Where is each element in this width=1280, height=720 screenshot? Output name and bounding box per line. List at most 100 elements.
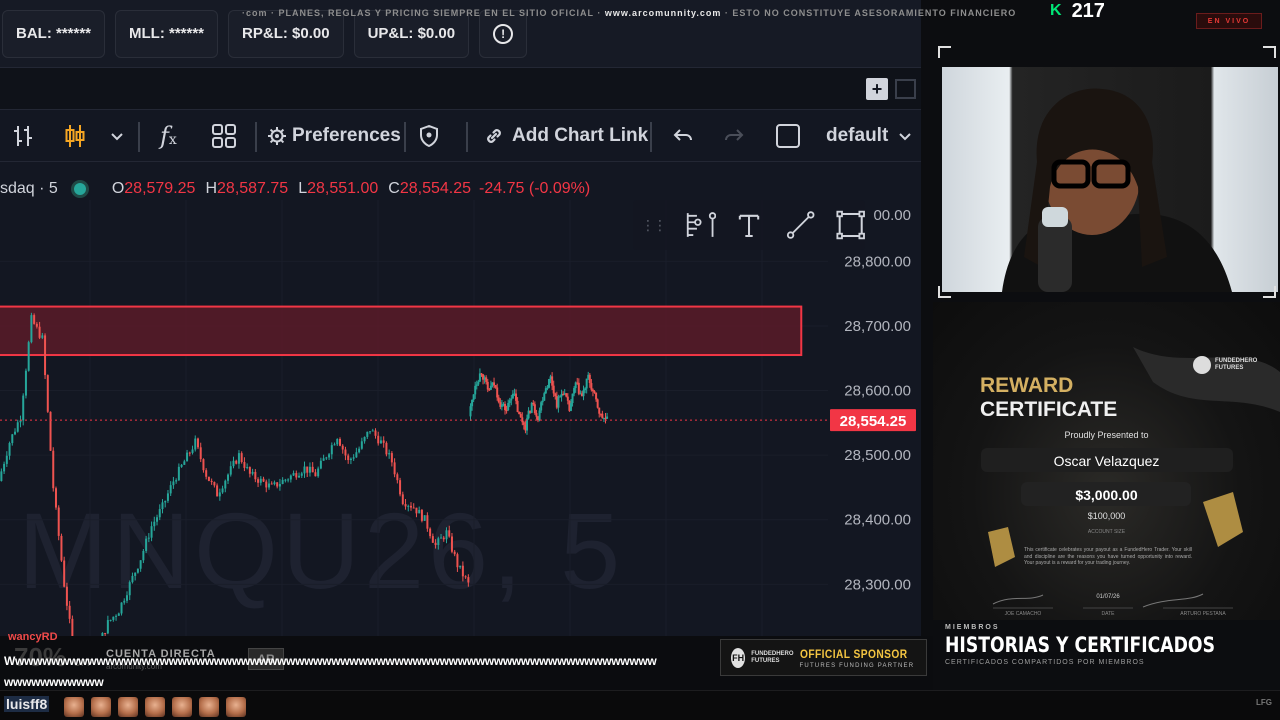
candle-body	[385, 442, 388, 455]
candle-body	[347, 455, 350, 461]
candle-body	[19, 420, 22, 423]
candle-body	[104, 633, 107, 635]
candle-body	[153, 521, 156, 527]
candle-body	[379, 440, 382, 444]
candle-body	[399, 480, 402, 495]
supply-zone-rectangle[interactable]	[0, 305, 803, 357]
webcam-frame-corners	[938, 46, 1276, 298]
reward-certificate: FUNDEDHERO FUTURES REWARD CERTIFICATE Pr…	[933, 302, 1280, 620]
candle-body	[24, 370, 27, 396]
candle-body	[117, 613, 120, 616]
candle-body	[590, 383, 593, 390]
candle-body	[314, 472, 317, 477]
rectangle-tool-icon[interactable]	[836, 209, 865, 241]
candle-body	[202, 459, 205, 471]
candle-body	[210, 480, 213, 483]
candle-body	[183, 461, 186, 465]
candle-body	[505, 410, 508, 412]
candle-body	[205, 470, 208, 477]
candle-series	[0, 312, 609, 636]
cert-sign-left: JOE CAMACHO	[1004, 611, 1042, 617]
emote-icon	[172, 697, 192, 717]
candlestick-chart[interactable]: 00.00 28,800.00 28,700.00 28,600.00 28,500.0…	[0, 200, 921, 636]
layouts-button[interactable]	[211, 110, 237, 162]
candle-body	[535, 413, 538, 417]
chat-username: wancyRD	[8, 631, 58, 643]
candle-body	[530, 402, 533, 413]
candle-body	[142, 550, 145, 561]
candle-body	[374, 430, 377, 436]
candle-body	[467, 577, 470, 583]
candle-body	[115, 615, 118, 617]
candle-body	[420, 509, 423, 521]
certificate-logo: FUNDEDHERO FUTURES	[1193, 356, 1257, 374]
fib-tool-icon[interactable]	[685, 210, 717, 240]
low-key: L	[298, 180, 308, 197]
members-subtitle: CERTIFICADOS COMPARTIDOS POR MIEMBROS	[945, 659, 1145, 666]
text-tool-icon[interactable]	[738, 211, 760, 239]
candle-body	[569, 403, 572, 411]
candle-body	[377, 435, 380, 444]
candle-body	[158, 509, 161, 518]
candle-body	[136, 568, 139, 573]
candle-body	[120, 602, 123, 614]
chevron-down-icon	[899, 133, 911, 141]
emote-icon	[145, 697, 165, 717]
candle-body	[194, 438, 197, 450]
candle-body	[407, 505, 410, 507]
close-key: C	[388, 180, 400, 197]
balance-pill[interactable]: BAL: ******	[2, 9, 106, 58]
drag-handle-icon[interactable]: ⋮⋮	[641, 217, 667, 234]
redo-button[interactable]	[723, 110, 745, 162]
candle-body	[63, 560, 66, 587]
candle-body	[489, 385, 492, 390]
candle-body	[344, 449, 347, 456]
candles-icon	[65, 125, 85, 147]
candles-button[interactable]	[62, 110, 88, 162]
preferences-button[interactable]: Preferences	[268, 110, 401, 162]
candle-body	[540, 402, 543, 411]
fx-icon: fx	[160, 122, 177, 150]
candle-body	[306, 466, 309, 473]
mll-pill[interactable]: MLL: ******	[115, 9, 219, 58]
bar-style-button[interactable]	[10, 110, 36, 162]
candle-body	[5, 455, 8, 464]
candle-body	[355, 452, 358, 458]
candle-body	[440, 537, 443, 539]
trend-line-icon[interactable]	[786, 209, 815, 241]
chart-type-dropdown[interactable]	[108, 110, 126, 162]
price-axis[interactable]: 00.00 28,800.00 28,700.00 28,600.00 28,500.0…	[828, 200, 921, 636]
candle-body	[246, 467, 249, 469]
candle-body	[493, 382, 496, 386]
snapshot-button[interactable]	[775, 110, 801, 162]
candle-body	[598, 407, 601, 414]
candle-body	[287, 479, 290, 481]
candle-body	[423, 515, 426, 521]
candle-body	[472, 394, 475, 400]
candle-body	[456, 554, 459, 568]
members-section: MIEMBROS HISTORIAS Y CERTIFICADOS CERTIF…	[945, 624, 1274, 666]
add-chart-link-button[interactable]: Add Chart Link	[484, 110, 648, 162]
candle-body	[265, 481, 268, 488]
candle-body	[38, 326, 41, 338]
candle-body	[254, 471, 257, 480]
layout-selector[interactable]: default	[826, 110, 912, 162]
candle-body	[319, 460, 322, 469]
undo-button[interactable]	[672, 110, 694, 162]
candle-body	[515, 393, 518, 401]
info-circle-icon: !	[493, 23, 514, 44]
price-tick-label: 28,600.00	[844, 383, 911, 400]
gear-icon	[268, 127, 286, 145]
indicators-button[interactable]: fx	[160, 110, 177, 162]
symbol-name[interactable]: sdaq · 5	[0, 180, 58, 198]
candle-body	[494, 385, 497, 388]
members-label: MIEMBROS	[945, 624, 1000, 631]
candle-body	[577, 382, 580, 394]
plus-icon[interactable]: +	[866, 78, 888, 100]
open-key: O	[111, 180, 125, 197]
shield-button[interactable]	[419, 110, 439, 162]
candle-body	[508, 400, 511, 403]
candle-body	[46, 375, 49, 412]
square-icon[interactable]	[895, 79, 916, 99]
candle-body	[541, 400, 544, 403]
